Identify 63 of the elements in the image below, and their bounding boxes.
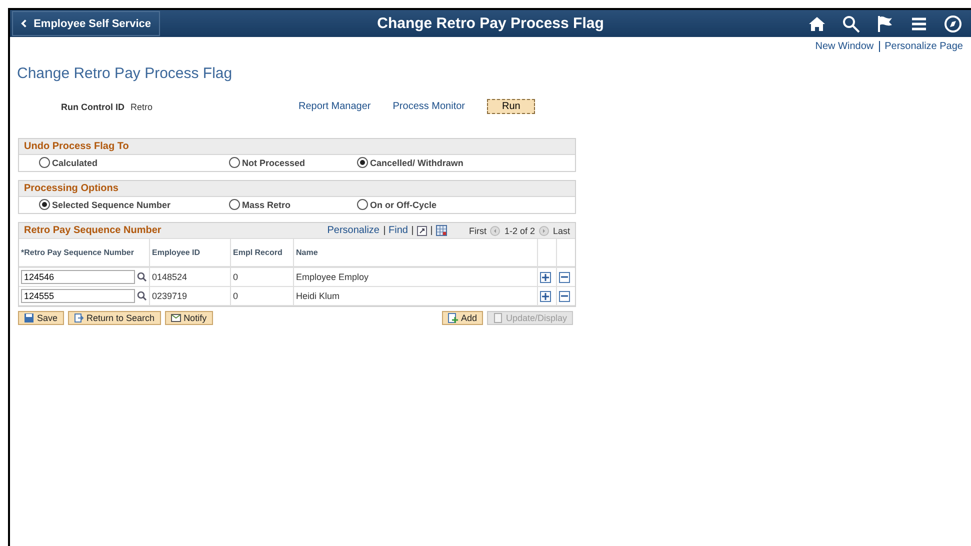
radio-button[interactable] [357,157,368,168]
row-range: 1-2 of 2 [504,226,535,236]
radio-option[interactable]: Cancelled/ Withdrawn [357,157,575,168]
toolbar-button[interactable]: Save [18,311,64,325]
grid-title: Retro Pay Sequence Number [24,225,162,236]
delete-row-button[interactable] [559,272,570,282]
sequence-input[interactable]: 124555 [21,289,135,303]
table-cell: 0 [230,267,294,286]
first-label: First [468,226,486,236]
radio-button[interactable] [39,199,50,210]
back-button[interactable]: Employee Self Service [12,11,160,36]
delete-row-button[interactable] [559,290,570,302]
minus-icon [561,276,568,278]
new-window-icon[interactable] [416,226,427,236]
column-header: Name [294,239,538,267]
group-title: Undo Process Flag To [19,139,575,155]
radio-option[interactable]: Mass Retro [229,199,357,210]
search-icon[interactable] [137,291,147,301]
banner-title: Change Retro Pay Process Flag [377,15,604,32]
last-label: Last [552,226,570,236]
minus-icon [561,295,568,297]
group-title: Processing Options [19,181,575,197]
toolbar-button[interactable]: Return to Search [68,311,161,325]
sequence-input[interactable]: 124546 [21,270,135,284]
search-icon[interactable] [137,272,147,282]
floppy-icon [24,313,34,323]
column-header: Empl Record [230,239,294,267]
chevron-left-icon [21,19,27,28]
table-cell: 0239719 [150,286,230,306]
new-window-link[interactable]: New Window [815,41,874,52]
add-row-icon [448,313,458,323]
toolbar-button[interactable]: Notify [164,311,213,325]
envelope-icon [170,313,181,323]
personalize-link[interactable]: Personalize [327,225,380,236]
column-header: Employee ID [150,239,230,267]
radio-option[interactable]: Selected Sequence Number [39,199,229,210]
column-header: *Retro Pay Sequence Number [19,239,150,267]
radio-button[interactable] [39,157,50,168]
run-button[interactable]: Run [487,99,536,114]
run-control-label: Run Control ID [61,102,124,112]
find-link[interactable]: Find [388,225,408,236]
add-row-button[interactable] [540,290,551,302]
personalize-page-link[interactable]: Personalize Page [884,41,963,52]
radio-option[interactable]: On or Off-Cycle [357,199,575,210]
table-cell: Heidi Klum [294,286,538,306]
table-cell: Employee Employ [294,267,538,286]
page-title: Change Retro Pay Process Flag [17,65,234,82]
document-icon [492,313,503,323]
report-manager-link[interactable]: Report Manager [298,101,371,112]
radio-button[interactable] [357,199,368,210]
table-cell: 0148524 [150,267,230,286]
radio-button[interactable] [229,157,240,168]
table-cell: 0 [230,286,294,306]
process-monitor-link[interactable]: Process Monitor [392,101,466,112]
spreadsheet-icon[interactable] [436,225,447,236]
toolbar-button[interactable]: Add [442,311,483,325]
run-control-value: Retro [130,102,154,112]
radio-option[interactable]: Not Processed [229,157,357,168]
radio-option[interactable]: Calculated [39,157,229,168]
add-row-button[interactable] [540,272,551,282]
plus-icon [542,292,549,300]
plus-icon [542,274,549,280]
radio-button[interactable] [229,199,240,210]
